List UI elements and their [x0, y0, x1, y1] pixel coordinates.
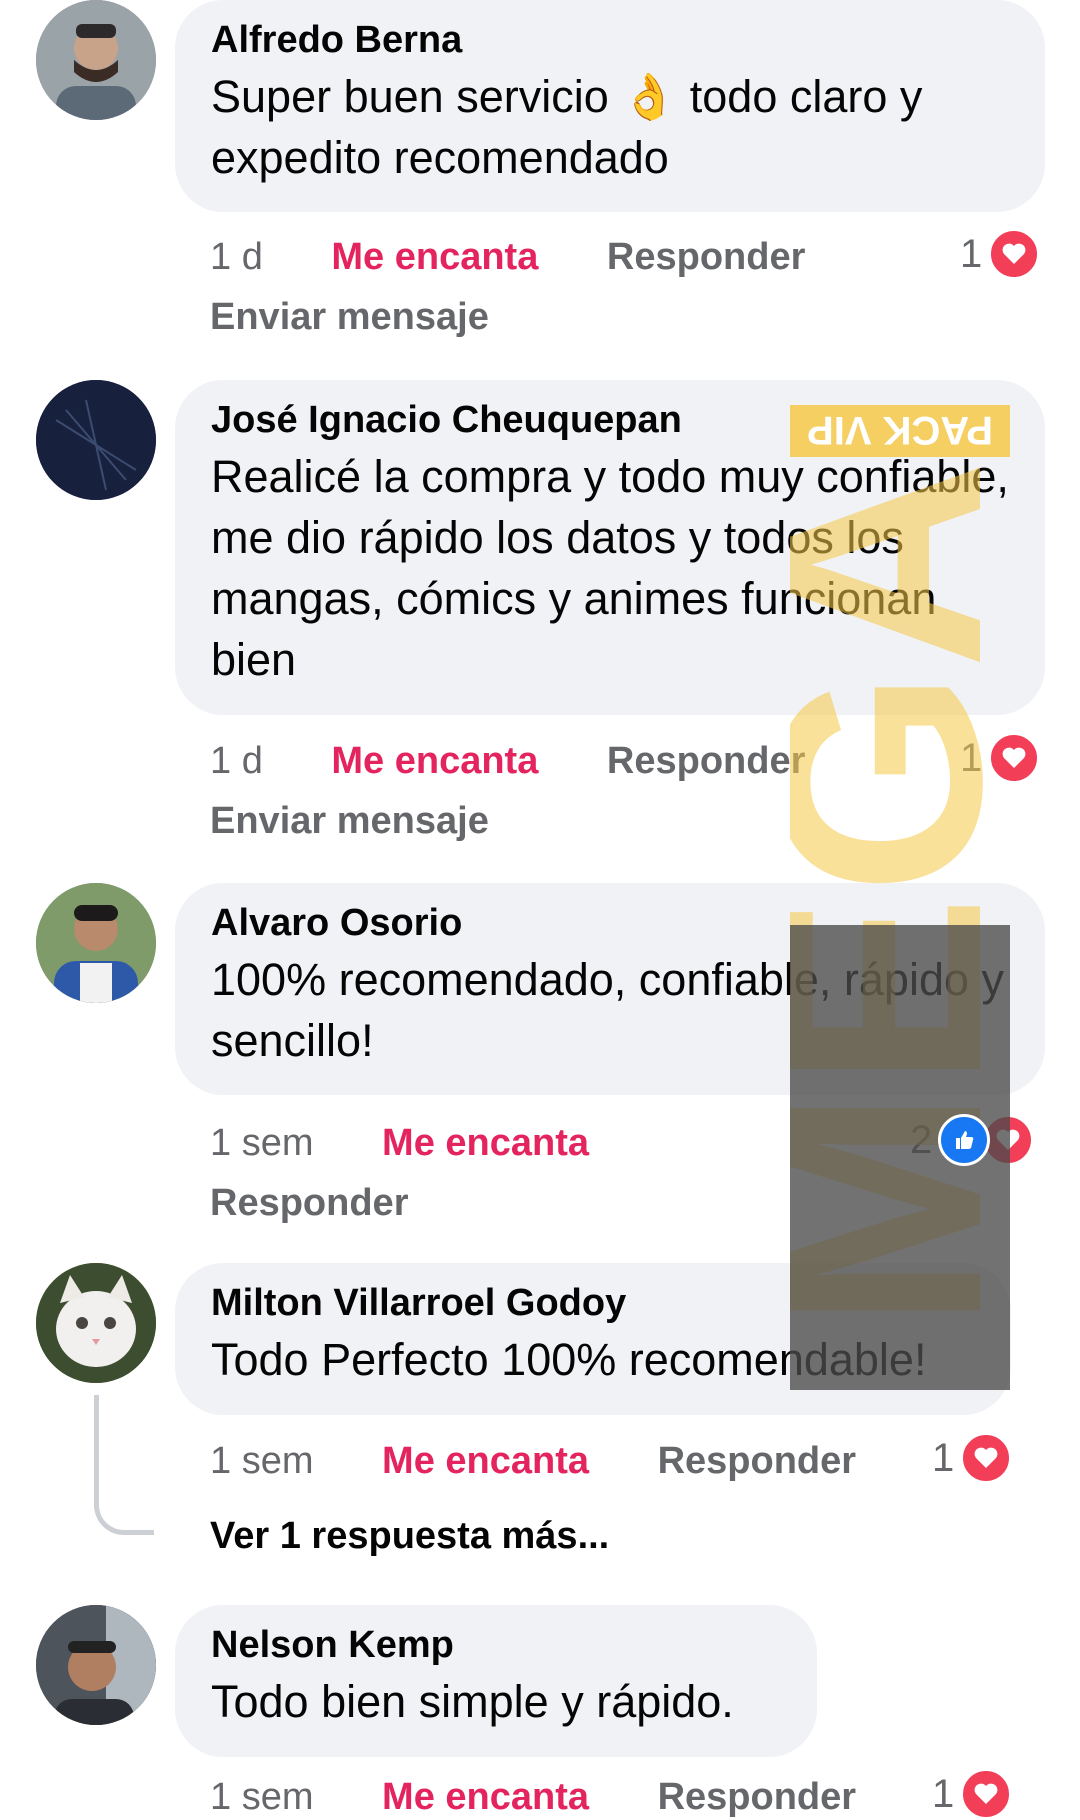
comment-bubble: Milton Villarroel Godoy Todo Perfecto 10…: [175, 1263, 1011, 1415]
comment-text: 100% recomendado, confiable, rápido y se…: [211, 954, 1005, 1066]
reaction-count[interactable]: 1: [960, 732, 1041, 784]
comment-time[interactable]: 1 d: [210, 236, 263, 279]
reply-button[interactable]: Responder: [658, 1776, 856, 1819]
comment-time[interactable]: 1 sem: [210, 1440, 313, 1483]
love-reaction-link[interactable]: Me encanta: [331, 236, 538, 279]
comment-time[interactable]: 1 sem: [210, 1122, 313, 1165]
reply-button[interactable]: Responder: [210, 1182, 408, 1225]
avatar[interactable]: [36, 380, 156, 500]
comment-bubble: Alvaro Osorio 100% recomendado, confiabl…: [175, 883, 1045, 1095]
view-more-replies-link[interactable]: Ver 1 respuesta más...: [210, 1515, 609, 1558]
love-reaction-link[interactable]: Me encanta: [382, 1122, 589, 1165]
comment-author[interactable]: Milton Villarroel Godoy: [211, 1281, 977, 1325]
comment-actions: 1 sem Me encanta Responder: [210, 1776, 856, 1819]
like-reaction-icon: [938, 1114, 991, 1166]
love-reaction-link[interactable]: Me encanta: [382, 1776, 589, 1819]
comment-actions: 1 d Me encanta Responder: [210, 236, 805, 279]
send-message-link[interactable]: Enviar mensaje: [210, 800, 489, 843]
comment-author[interactable]: Alvaro Osorio: [211, 901, 1011, 945]
comment-bubble: Nelson Kemp Todo bien simple y rápido.: [175, 1605, 817, 1757]
reaction-count[interactable]: 1: [932, 1768, 1013, 1820]
comment-author[interactable]: Alfredo Berna: [211, 18, 1011, 62]
comment-text: Realicé la compra y todo muy confiable, …: [211, 451, 1009, 685]
reply-button[interactable]: Responder: [607, 740, 805, 783]
comment-text: Super buen servicio 👌 todo claro y exped…: [211, 71, 923, 183]
comment-author[interactable]: Nelson Kemp: [211, 1623, 783, 1667]
love-reaction-link[interactable]: Me encanta: [331, 740, 538, 783]
heart-reaction-icon: [988, 228, 1041, 280]
comment-author[interactable]: José Ignacio Cheuquepan: [211, 398, 1011, 442]
comment-bubble: José Ignacio Cheuquepan Realicé la compr…: [175, 380, 1045, 715]
comment-time[interactable]: 1 sem: [210, 1776, 313, 1819]
heart-reaction-icon: [960, 1768, 1013, 1820]
reply-button[interactable]: Responder: [658, 1440, 856, 1483]
comment-text: Todo bien simple y rápido.: [211, 1676, 734, 1727]
reply-button[interactable]: Responder: [607, 236, 805, 279]
comment-actions: 1 d Me encanta Responder: [210, 740, 805, 783]
avatar[interactable]: [36, 1263, 156, 1383]
avatar[interactable]: [36, 1605, 156, 1725]
comment-actions: 1 sem Me encanta: [210, 1122, 589, 1165]
avatar[interactable]: [36, 0, 156, 120]
reaction-count[interactable]: 1: [960, 228, 1041, 280]
comment-bubble: Alfredo Berna Super buen servicio 👌 todo…: [175, 0, 1045, 212]
comment-time[interactable]: 1 d: [210, 740, 263, 783]
heart-reaction-icon: [988, 732, 1041, 784]
love-reaction-link[interactable]: Me encanta: [382, 1440, 589, 1483]
heart-reaction-icon: [982, 1114, 1035, 1166]
thread-connector: [94, 1395, 154, 1535]
comment-text: Todo Perfecto 100% recomendable!: [211, 1334, 927, 1385]
reaction-count[interactable]: 2: [910, 1114, 1035, 1166]
comment-actions: 1 sem Me encanta Responder: [210, 1440, 856, 1483]
heart-reaction-icon: [960, 1432, 1013, 1484]
reaction-count[interactable]: 1: [932, 1432, 1013, 1484]
send-message-link[interactable]: Enviar mensaje: [210, 296, 489, 339]
avatar[interactable]: [36, 883, 156, 1003]
